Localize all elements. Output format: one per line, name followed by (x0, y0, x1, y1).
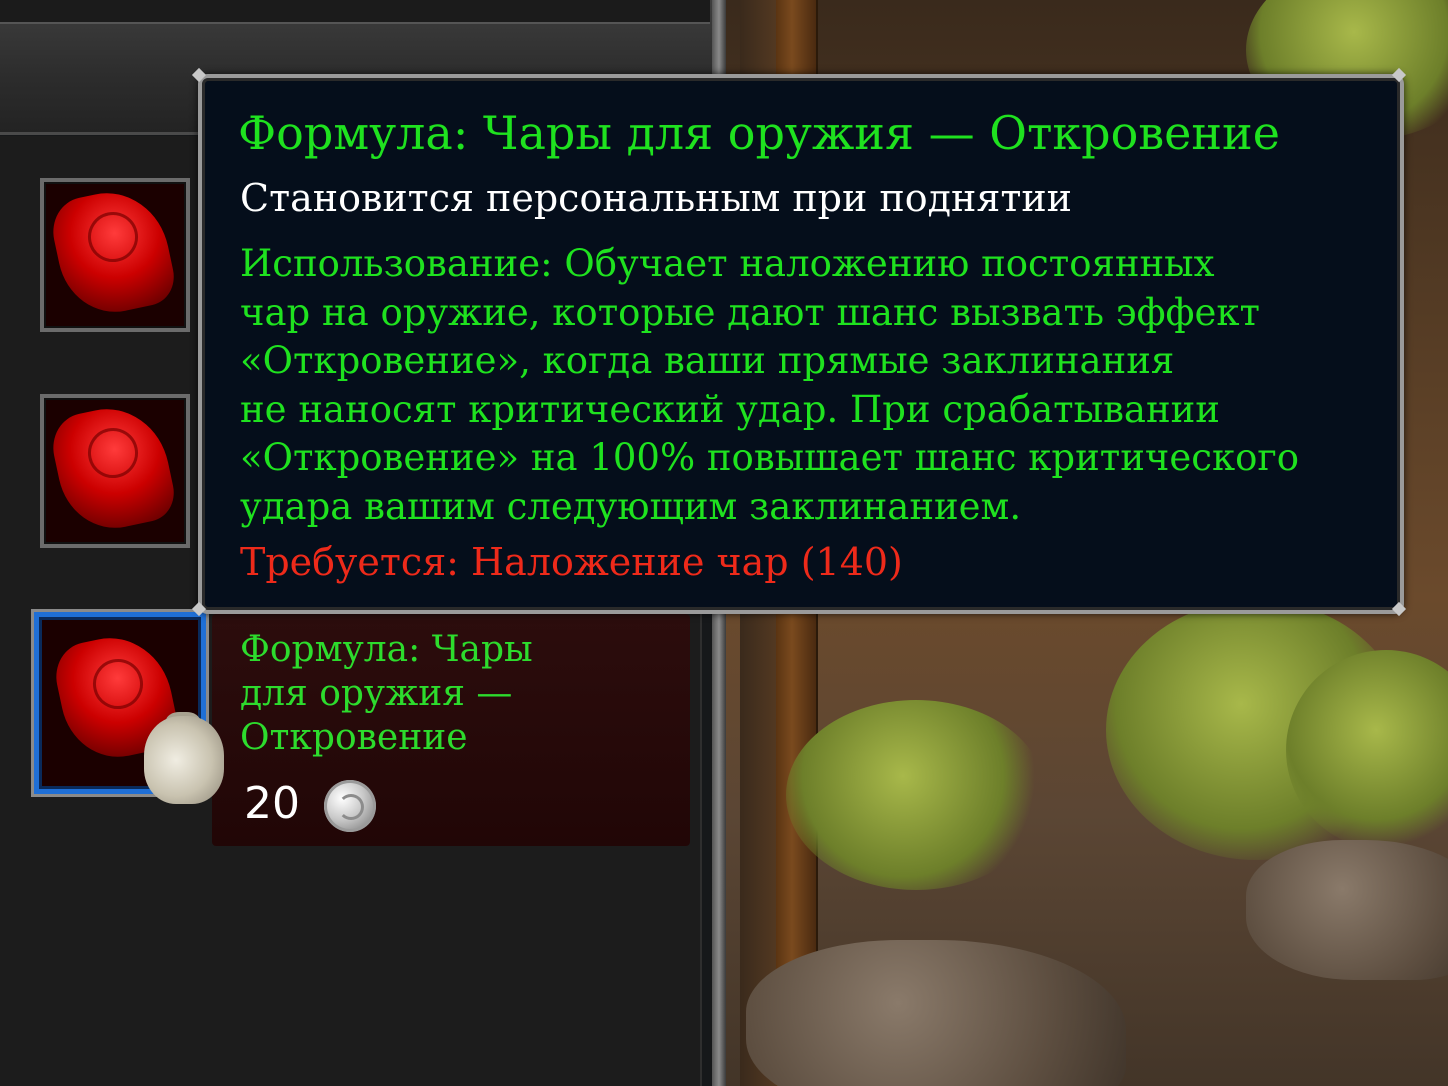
tooltip-requirement: Требуется: Наложение чар (140) (240, 540, 903, 584)
rock (1246, 840, 1448, 980)
tooltip-bind-text: Становится персональным при поднятии (240, 176, 1072, 220)
item-name-line: Формула: Чары (240, 629, 533, 670)
rock (746, 940, 1126, 1086)
use-line: чар на оружие, которые дают шанс вызвать… (240, 290, 1260, 334)
item-name-line: Откровение (240, 717, 468, 758)
use-line: не наносят критический удар. При срабаты… (240, 387, 1220, 431)
tooltip-title: Формула: Чары для оружия — Откровение (238, 106, 1280, 160)
use-line: «Откровение» на 100% повышает шанс крити… (240, 436, 1300, 479)
silver-coin-icon (324, 780, 376, 832)
use-line: «Откровение», когда ваши прямые заклинан… (240, 339, 1175, 382)
bush (786, 700, 1046, 890)
merchant-item-slot-2[interactable] (40, 394, 190, 548)
merchant-item-slot-1[interactable] (40, 178, 190, 332)
use-line: удара вашим следующим заклинанием. (240, 484, 1022, 528)
panel-header-bar (0, 0, 710, 24)
use-line: Использование: Обучает наложению постоян… (240, 242, 1215, 285)
item-name-line: для оружия — (240, 673, 513, 714)
item-price: 20 (244, 778, 300, 829)
tooltip-use-text: Использование: Обучает наложению постоян… (240, 240, 1380, 531)
merchant-item-name[interactable]: Формула: Чары для оружия — Откровение (240, 628, 580, 760)
money-bag-icon (144, 716, 224, 804)
